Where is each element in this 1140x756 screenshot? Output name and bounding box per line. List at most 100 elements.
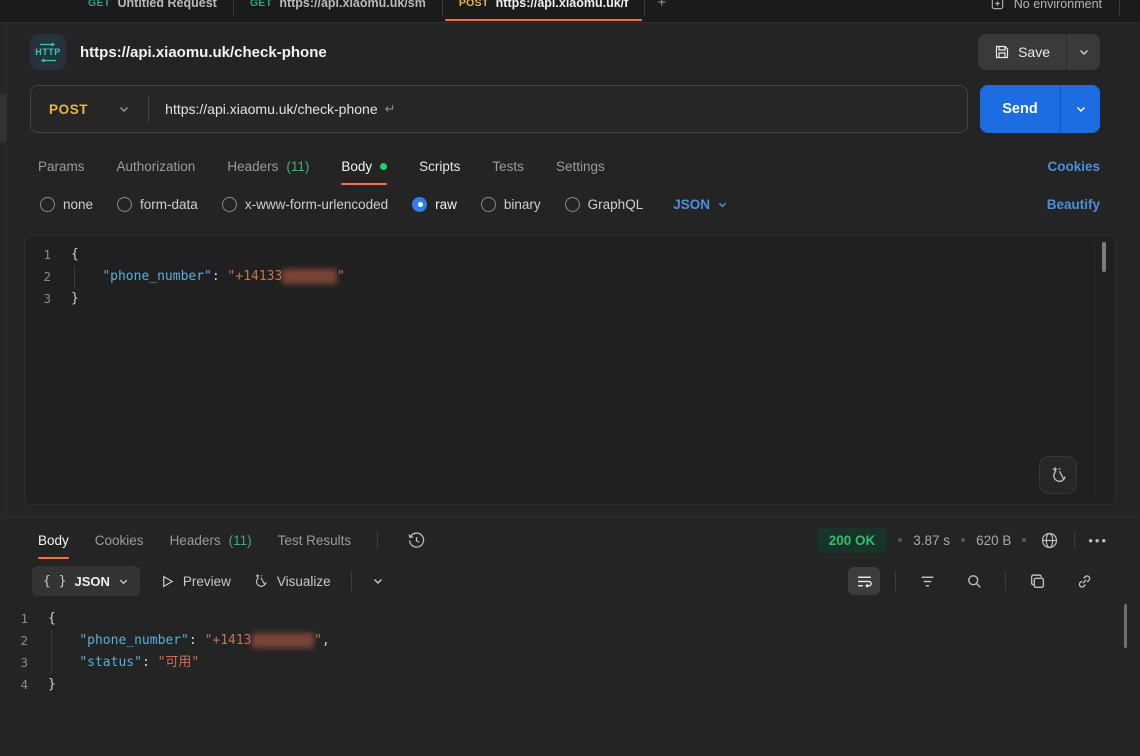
tab-params[interactable]: Params xyxy=(38,145,85,187)
code-token: : xyxy=(189,633,205,648)
save-button[interactable]: Save xyxy=(978,34,1066,70)
tab-count: (11) xyxy=(286,159,309,174)
response-tab-body[interactable]: Body xyxy=(38,519,69,561)
new-tab-button[interactable]: + xyxy=(645,0,678,11)
wrap-text-button[interactable] xyxy=(848,567,880,595)
save-label: Save xyxy=(1018,44,1050,60)
workspace-tab[interactable]: GEThttps://api.xiaomu.uk/sm xyxy=(234,0,442,14)
environment-selector[interactable]: No environment xyxy=(1014,0,1102,11)
response-tab-test-results[interactable]: Test Results xyxy=(278,519,352,561)
preview-button[interactable]: Preview xyxy=(160,574,231,589)
link-icon[interactable] xyxy=(1068,567,1100,595)
response-tab-cookies[interactable]: Cookies xyxy=(95,519,144,561)
copy-icon[interactable] xyxy=(1021,567,1053,595)
tab-method-label: POST xyxy=(459,0,489,9)
sidebar-scroll-nub[interactable] xyxy=(0,94,7,142)
response-format-selector[interactable]: { } JSON xyxy=(32,566,140,596)
tab-label: Body xyxy=(341,159,372,174)
tab-label: Settings xyxy=(556,159,605,174)
response-tab-headers[interactable]: Headers(11) xyxy=(170,519,252,561)
tab-scripts[interactable]: Scripts xyxy=(419,145,460,187)
method-selector[interactable]: POST xyxy=(31,102,148,117)
response-body-viewer[interactable]: 1{2 "phone_number": "+141300000000",3 "s… xyxy=(0,600,1140,756)
editor-scrollbar[interactable] xyxy=(1102,242,1106,272)
divider xyxy=(1119,0,1120,15)
status-badge[interactable]: 200 OK xyxy=(817,528,888,553)
indent-guide xyxy=(51,630,52,652)
tab-method-label: GET xyxy=(250,0,273,9)
workspace-tab[interactable]: POSThttps://api.xiaomu.uk/f xyxy=(443,0,644,14)
send-options-button[interactable] xyxy=(1060,85,1100,133)
dot-separator xyxy=(1022,538,1026,542)
radio-button xyxy=(412,197,427,212)
tab-headers[interactable]: Headers(11) xyxy=(227,145,309,187)
request-body-editor[interactable]: 1{2 "phone_number": "+141330000000"3} xyxy=(24,235,1116,505)
mode-label: none xyxy=(63,197,93,212)
save-options-button[interactable] xyxy=(1066,34,1100,70)
code-token: , xyxy=(322,633,330,648)
divider xyxy=(1005,571,1006,591)
tab-label: Test Results xyxy=(278,533,352,548)
body-mode-form-data[interactable]: form-data xyxy=(117,197,198,212)
workspace-tab-bar: GETUntitled RequestGEThttps://api.xiaomu… xyxy=(0,0,1140,23)
tab-body[interactable]: Body xyxy=(341,145,387,187)
divider xyxy=(351,571,352,591)
tab-label: Scripts xyxy=(419,159,460,174)
code-line: 4} xyxy=(2,674,1140,696)
body-mode-graphql[interactable]: GraphQL xyxy=(565,197,644,212)
mode-label: GraphQL xyxy=(588,197,644,212)
search-icon[interactable] xyxy=(958,567,990,595)
request-tabs: Params Authorization Headers(11) Body Script… xyxy=(0,145,1140,187)
code-content: { xyxy=(71,244,79,266)
body-mode-raw[interactable]: raw xyxy=(412,197,457,212)
postbot-button[interactable] xyxy=(1039,456,1077,494)
code-token: } xyxy=(48,677,56,692)
tab-label: Headers xyxy=(170,533,221,548)
chevron-down-icon xyxy=(118,576,129,587)
radio-button xyxy=(222,197,237,212)
unsaved-dot xyxy=(380,163,387,170)
filter-icon[interactable] xyxy=(911,567,943,595)
language-selector[interactable]: JSON xyxy=(673,197,728,212)
body-mode-none[interactable]: none xyxy=(40,197,93,212)
request-title: https://api.xiaomu.uk/check-phone xyxy=(80,44,327,61)
workspace-tab[interactable]: GETUntitled Request xyxy=(72,0,233,14)
history-icon[interactable] xyxy=(404,526,428,554)
tab-tests[interactable]: Tests xyxy=(492,145,524,187)
response-scrollbar[interactable] xyxy=(1124,604,1127,648)
tab-label: Params xyxy=(38,159,85,174)
toolbar-more-chevron[interactable] xyxy=(372,575,384,587)
cookies-link[interactable]: Cookies xyxy=(1047,159,1100,174)
play-icon xyxy=(160,574,175,589)
globe-icon[interactable] xyxy=(1037,526,1061,554)
divider xyxy=(1074,531,1075,549)
beautify-link[interactable]: Beautify xyxy=(1047,197,1100,212)
tab-authorization[interactable]: Authorization xyxy=(117,145,196,187)
line-number: 4 xyxy=(2,674,48,696)
http-request-icon: HTTP xyxy=(30,34,66,70)
code-line: 2 "phone_number": "+141330000000" xyxy=(25,266,1115,288)
postbot-sparkle-icon xyxy=(1048,465,1068,485)
radio-button xyxy=(481,197,496,212)
tab-settings[interactable]: Settings xyxy=(556,145,605,187)
divider xyxy=(377,531,378,549)
body-mode-binary[interactable]: binary xyxy=(481,197,541,212)
url-bar: POST https://api.xiaomu.uk/check-phone ↵… xyxy=(0,81,1140,145)
url-input[interactable]: https://api.xiaomu.uk/check-phone ↵ xyxy=(165,101,967,117)
response-toolbar: { } JSON Preview Visualize xyxy=(0,562,1140,600)
visualize-button[interactable]: Visualize xyxy=(251,572,331,590)
code-content: "status": "可用" xyxy=(48,652,199,674)
indent-guide xyxy=(51,652,52,674)
line-number: 1 xyxy=(25,244,71,266)
tab-label: Cookies xyxy=(95,533,144,548)
dot-separator xyxy=(961,538,965,542)
response-size[interactable]: 620 B xyxy=(976,533,1011,548)
mode-label: form-data xyxy=(140,197,198,212)
send-button[interactable]: Send xyxy=(980,85,1060,133)
response-tabs: Body Cookies Headers(11) Test Results 200 O… xyxy=(0,518,1140,562)
response-time[interactable]: 3.87 s xyxy=(913,533,950,548)
chevron-down-icon xyxy=(717,199,728,210)
body-mode-x-www-form-urlencoded[interactable]: x-www-form-urlencoded xyxy=(222,197,388,212)
more-actions-button[interactable]: ••• xyxy=(1088,533,1108,548)
code-token: "+14133 xyxy=(228,269,283,284)
